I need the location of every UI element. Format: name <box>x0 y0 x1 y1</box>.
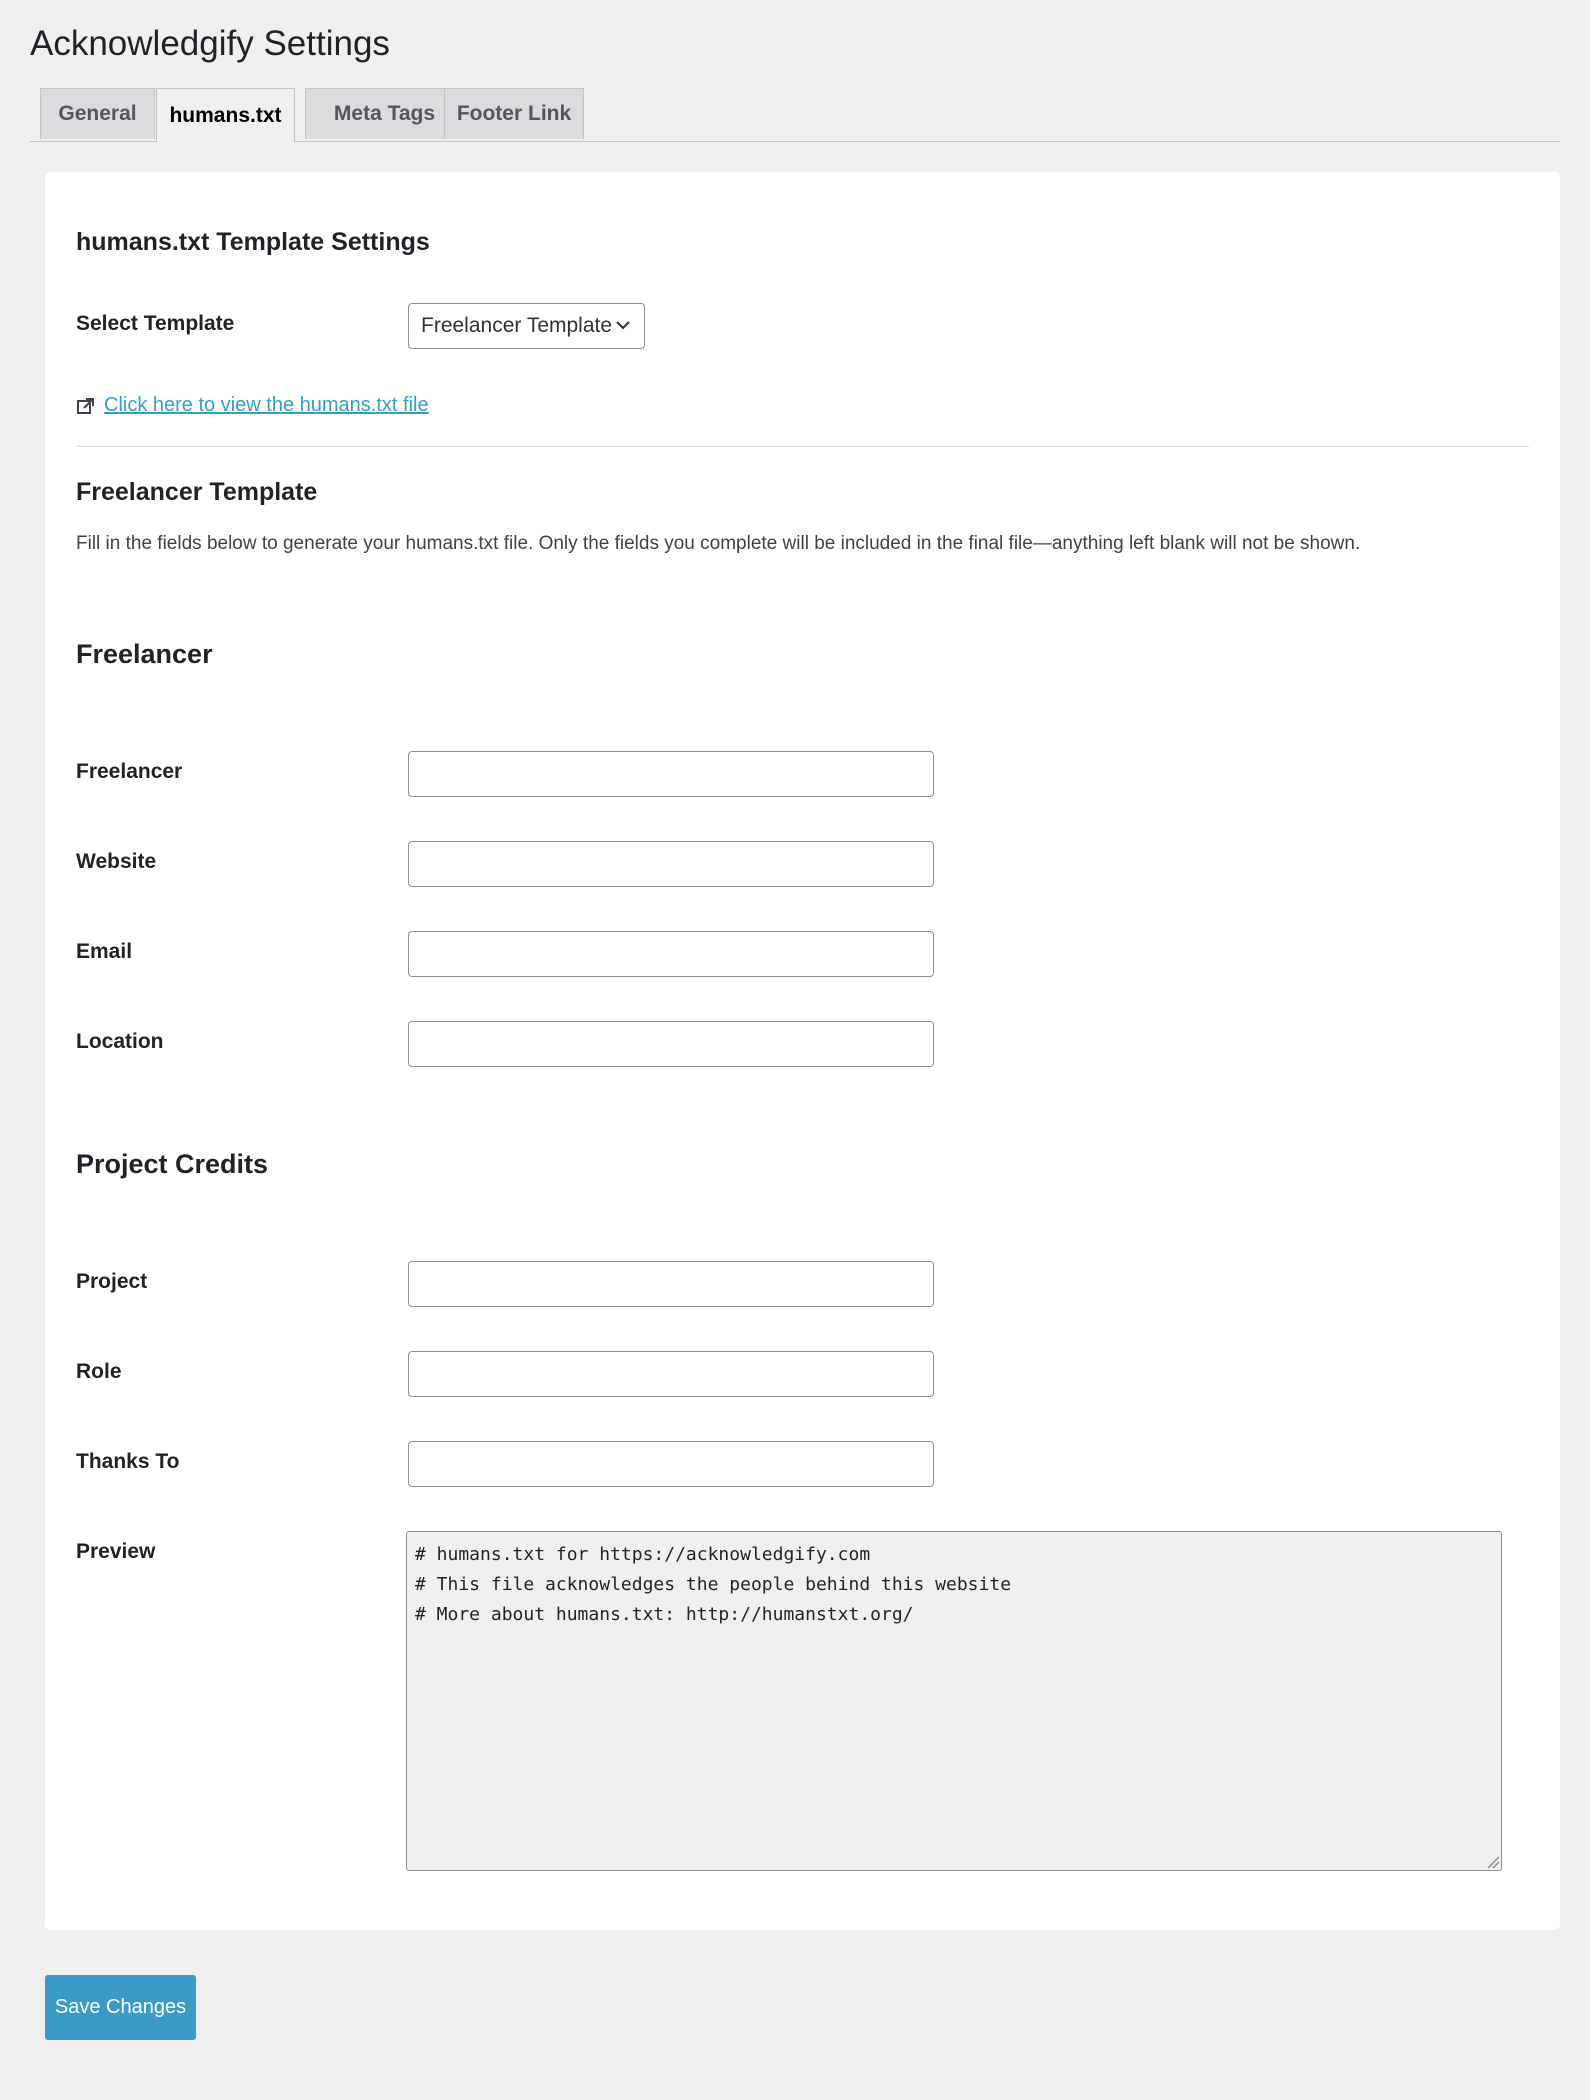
email-input[interactable] <box>408 931 934 977</box>
save-changes-button[interactable]: Save Changes <box>45 1975 196 2040</box>
tab-footer-link[interactable]: Footer Link <box>444 88 584 139</box>
tab-general[interactable]: General <box>40 88 155 139</box>
preview-textarea-wrap: # humans.txt for https://acknowledgify.c… <box>406 1531 1502 1871</box>
freelancer-label: Freelancer <box>76 760 183 783</box>
project-label: Project <box>76 1270 148 1293</box>
location-label: Location <box>76 1030 164 1053</box>
page-title: Acknowledgify Settings <box>30 24 390 63</box>
preview-textarea[interactable]: # humans.txt for https://acknowledgify.c… <box>406 1531 1502 1871</box>
chevron-down-icon <box>616 321 630 330</box>
resize-handle-icon[interactable] <box>1486 1855 1500 1869</box>
preview-label: Preview <box>76 1540 156 1563</box>
website-label: Website <box>76 850 157 873</box>
freelancer-input[interactable] <box>408 751 934 797</box>
thanks-to-label: Thanks To <box>76 1450 180 1473</box>
project-input[interactable] <box>408 1261 934 1307</box>
email-label: Email <box>76 940 133 963</box>
view-humans-txt-link[interactable]: Click here to view the humans.txt file <box>104 394 429 417</box>
section-divider <box>76 446 1529 447</box>
location-input[interactable] <box>408 1021 934 1067</box>
template-settings-heading: humans.txt Template Settings <box>76 228 430 256</box>
website-input[interactable] <box>408 841 934 887</box>
tab-humans-txt[interactable]: humans.txt <box>156 88 295 142</box>
template-select-value: Freelancer Template <box>421 314 613 337</box>
select-template-label: Select Template <box>76 312 235 335</box>
freelancer-section-heading: Freelancer <box>76 639 213 669</box>
view-file-link-row: Click here to view the humans.txt file <box>76 394 429 417</box>
role-input[interactable] <box>408 1351 934 1397</box>
role-label: Role <box>76 1360 122 1383</box>
template-section-heading: Freelancer Template <box>76 478 318 506</box>
template-description: Fill in the fields below to generate you… <box>76 533 1361 554</box>
tab-bar: General humans.txt Meta Tags Footer Link <box>30 88 1560 142</box>
tab-meta-tags[interactable]: Meta Tags <box>305 88 464 139</box>
external-link-icon <box>77 397 94 414</box>
settings-card: humans.txt Template Settings Select Temp… <box>45 172 1560 1930</box>
thanks-to-input[interactable] <box>408 1441 934 1487</box>
template-select[interactable]: Freelancer Template <box>408 303 645 349</box>
project-credits-heading: Project Credits <box>76 1149 269 1179</box>
